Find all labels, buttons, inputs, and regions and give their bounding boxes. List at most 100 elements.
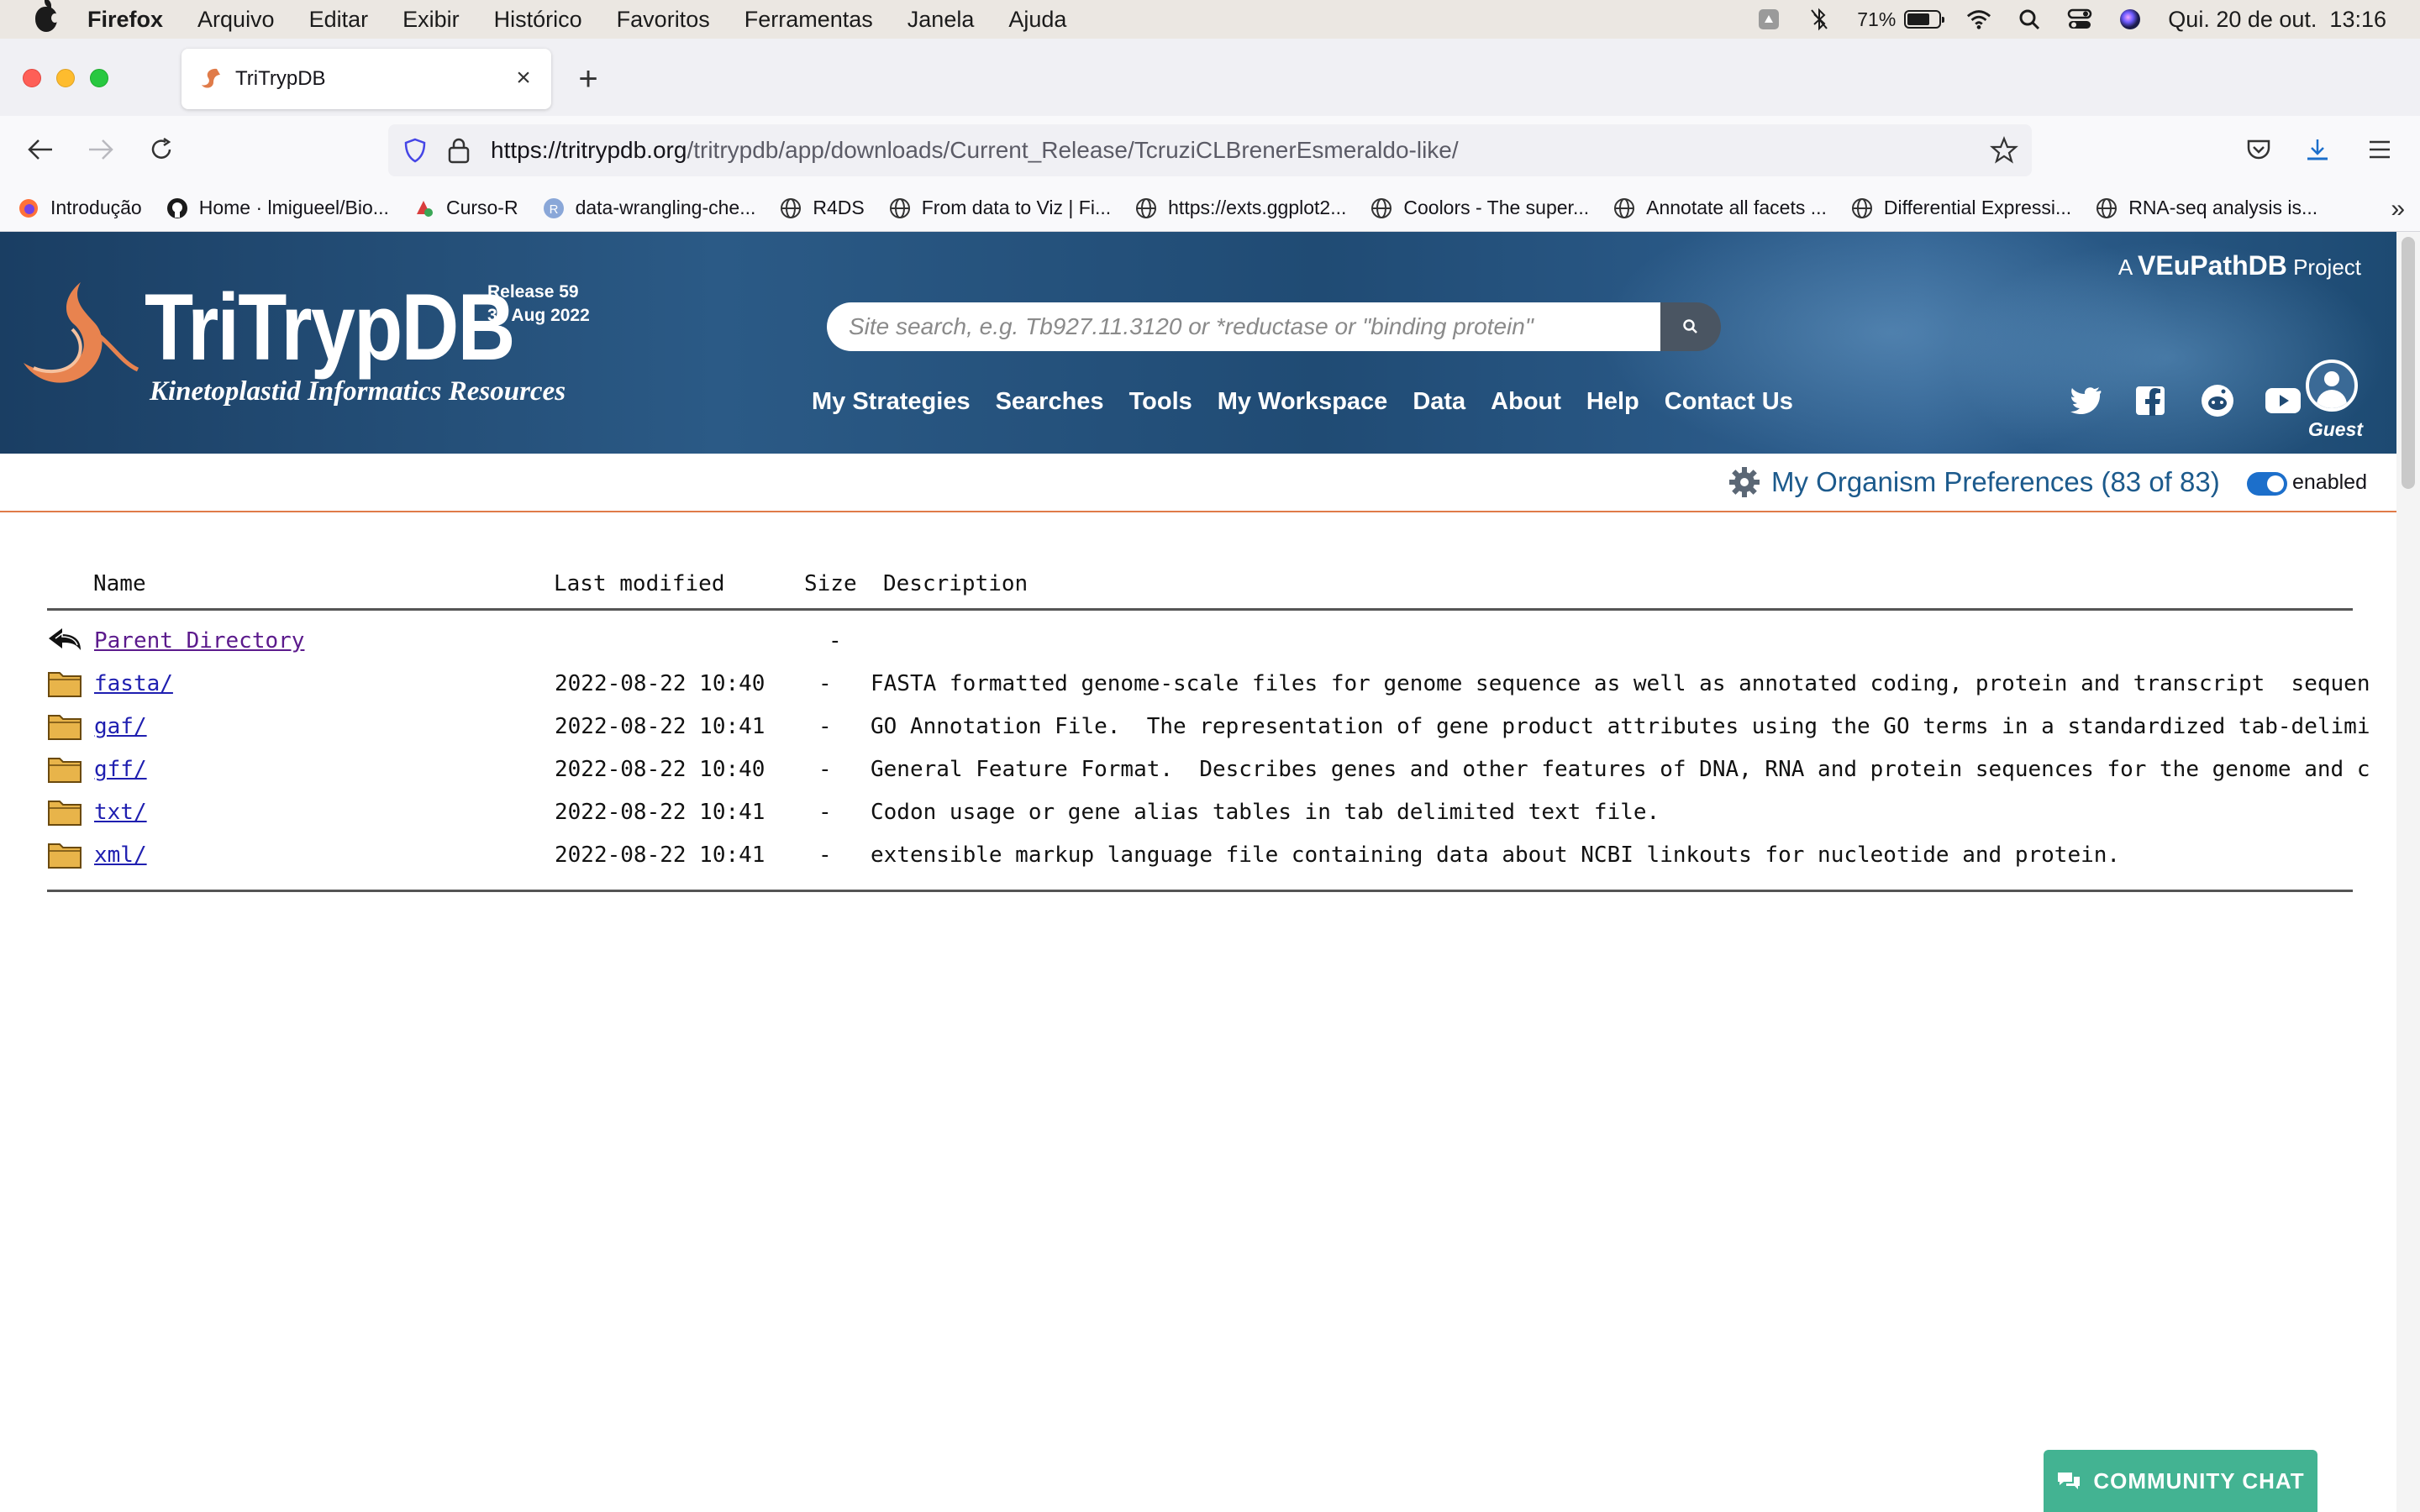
parent-directory-link[interactable]: Parent Directory [94,628,304,654]
twitter-icon[interactable] [2069,383,2104,418]
tab-tritrypdb[interactable]: TriTrypDB × [182,49,551,109]
globe-icon [2095,197,2118,220]
folder-link-xml[interactable]: xml/ [94,843,147,868]
row-date: 2022-08-22 10:41 [555,843,765,868]
url-path: /tritrypdb/app/downloads/Current_Release… [687,137,1459,163]
downloads-icon[interactable] [2301,133,2334,166]
app-menu-icon[interactable] [2363,133,2396,166]
menu-ferramentas[interactable]: Ferramentas [744,7,873,33]
reddit-icon[interactable] [2200,383,2235,418]
site-subtitle: Kinetoplastid Informatics Resources [150,376,566,407]
url-bar[interactable]: https://tritrypdb.org /tritrypdb/app/dow… [388,124,2032,176]
table-divider-top [47,608,2353,611]
menu-historico[interactable]: Histórico [494,7,582,33]
tab-close-icon[interactable]: × [511,66,536,91]
row-date: 2022-08-22 10:41 [555,800,765,825]
bluetooth-off-icon[interactable] [1807,7,1832,32]
bookmark-star-icon[interactable] [1990,136,2018,165]
guest-label[interactable]: Guest [2308,418,2363,441]
bookmark-label: R4DS [813,197,865,218]
table-row: gaf/ 2022-08-22 10:41 - GO Annotation Fi… [47,707,2370,749]
menu-ajuda[interactable]: Ajuda [1008,7,1066,33]
menu-arquivo[interactable]: Arquivo [197,7,275,33]
bookmarks-overflow-chevron-icon[interactable]: » [2391,195,2405,223]
lock-icon[interactable] [447,137,471,164]
battery-icon [1904,10,1945,29]
menu-favoritos[interactable]: Favoritos [617,7,710,33]
organism-preferences-toggle[interactable] [2247,472,2287,496]
folder-link-gaf[interactable]: gaf/ [94,714,147,739]
window-zoom-button[interactable] [90,69,108,87]
table-row: gff/ 2022-08-22 10:40 - General Feature … [47,750,2370,792]
macos-menubar: Firefox Arquivo Editar Exibir Histórico … [0,0,2420,39]
bookmark-curso-r[interactable]: Curso-R [413,197,518,220]
bookmark-exts-ggplot2[interactable]: https://exts.ggplot2... [1134,197,1346,220]
tritrypdb-logo-icon[interactable] [20,276,146,410]
community-chat-label: COMMUNITY CHAT [2093,1467,2305,1494]
table-row: fasta/ 2022-08-22 10:40 - FASTA formatte… [47,664,2370,706]
back-button[interactable] [24,133,57,166]
folder-link-gff[interactable]: gff/ [94,757,147,782]
bookmark-r4ds[interactable]: R4DS [779,197,865,220]
nav-data[interactable]: Data [1413,388,1465,416]
bookmark-github-home[interactable]: Home · lmigueel/Bio... [166,197,389,220]
nav-searches[interactable]: Searches [996,388,1104,416]
spotlight-search-icon[interactable] [2017,7,2042,32]
nav-help[interactable]: Help [1586,388,1639,416]
menubar-clock[interactable]: Qui. 20 de out. 13:16 [2168,7,2386,33]
folder-icon [48,758,82,783]
table-row: txt/ 2022-08-22 10:41 - Codon usage or g… [47,793,2353,835]
nav-tools[interactable]: Tools [1129,388,1192,416]
bookmark-label: Curso-R [445,197,518,218]
organism-preferences-link[interactable]: My Organism Preferences (83 of 83) [1728,465,2220,499]
menu-editar[interactable]: Editar [309,7,369,33]
window-minimize-button[interactable] [56,69,75,87]
forward-button[interactable] [84,133,118,166]
bookmark-data-wrangling[interactable]: R data-wrangling-che... [542,197,755,220]
nav-about[interactable]: About [1491,388,1561,416]
control-center-icon[interactable] [2067,7,2092,32]
svg-text:R: R [549,202,558,217]
site-search-button[interactable] [1660,302,1721,351]
drive-status-icon[interactable] [1756,7,1781,32]
column-header-size[interactable]: Size [804,571,857,601]
bookmark-rna-seq[interactable]: RNA-seq analysis is... [2095,197,2317,220]
github-icon [166,197,189,220]
community-chat-button[interactable]: COMMUNITY CHAT [2044,1450,2317,1512]
nav-contact-us[interactable]: Contact Us [1665,388,1793,416]
folder-link-fasta[interactable]: fasta/ [94,671,173,696]
bookmark-coolors[interactable]: Coolors - The super... [1370,197,1589,220]
youtube-icon[interactable] [2265,383,2301,418]
new-tab-button[interactable]: + [573,62,603,96]
folder-link-txt[interactable]: txt/ [94,800,147,825]
table-row: xml/ 2022-08-22 10:41 - extensible marku… [47,836,2353,878]
nav-my-strategies[interactable]: My Strategies [812,388,971,416]
battery-indicator[interactable]: 71% [1857,8,1945,31]
site-title[interactable]: TriTrypDB [145,281,515,375]
window-close-button[interactable] [23,69,41,87]
column-header-name[interactable]: Name [93,571,146,601]
facebook-icon[interactable] [2133,383,2168,418]
site-search-input[interactable]: Site search, e.g. Tb927.11.3120 or *redu… [827,302,1662,351]
user-avatar-icon[interactable] [2306,360,2358,412]
wifi-icon[interactable] [1966,7,1991,32]
column-header-description[interactable]: Description [883,571,1028,601]
pocket-icon[interactable] [2242,133,2275,166]
bookmark-annotate-facets[interactable]: Annotate all facets ... [1612,197,1827,220]
nav-my-workspace[interactable]: My Workspace [1218,388,1388,416]
apple-menu-icon[interactable] [35,0,59,32]
row-date: 2022-08-22 10:41 [555,714,765,739]
column-header-last-modified[interactable]: Last modified [554,571,725,601]
veupathdb-project-link[interactable]: A VEuPathDB Project [2118,250,2361,281]
bookmark-data-to-viz[interactable]: From data to Viz | Fi... [888,197,1111,220]
siri-icon[interactable] [2118,7,2143,32]
menu-exibir[interactable]: Exibir [402,7,460,33]
search-icon [1683,319,1697,333]
menu-janela[interactable]: Janela [908,7,975,33]
reload-button[interactable] [145,133,178,166]
bookmark-introducao[interactable]: Introdução [17,197,142,220]
tracking-protection-shield-icon[interactable] [402,137,429,164]
menu-app-firefox[interactable]: Firefox [87,7,163,33]
page-scrollbar-thumb[interactable] [2402,237,2415,489]
bookmark-differential-expression[interactable]: Differential Expressi... [1850,197,2071,220]
